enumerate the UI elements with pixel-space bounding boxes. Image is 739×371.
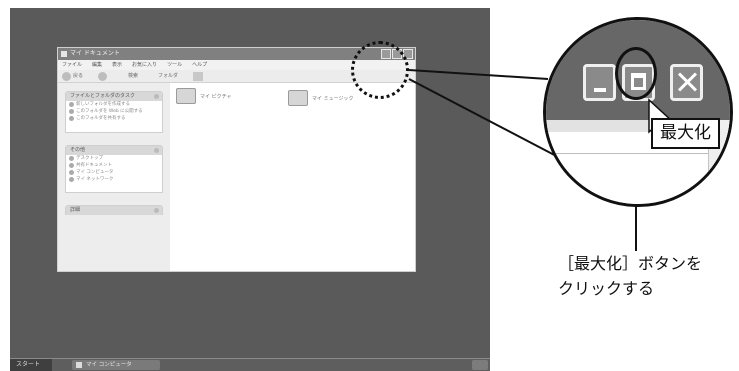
- callout-line-1: ［最大化］ボタンを: [558, 254, 703, 273]
- maximize-tooltip: 最大化: [651, 118, 720, 149]
- zoom-leader-lower: [408, 78, 563, 160]
- instruction-callout: ［最大化］ボタンを クリックする: [558, 251, 702, 301]
- zoom-leader-upper: [408, 69, 549, 80]
- maximize-highlight-circle: [615, 47, 657, 100]
- callout-line-2: クリックする: [558, 279, 655, 298]
- magnified-view: [543, 17, 733, 207]
